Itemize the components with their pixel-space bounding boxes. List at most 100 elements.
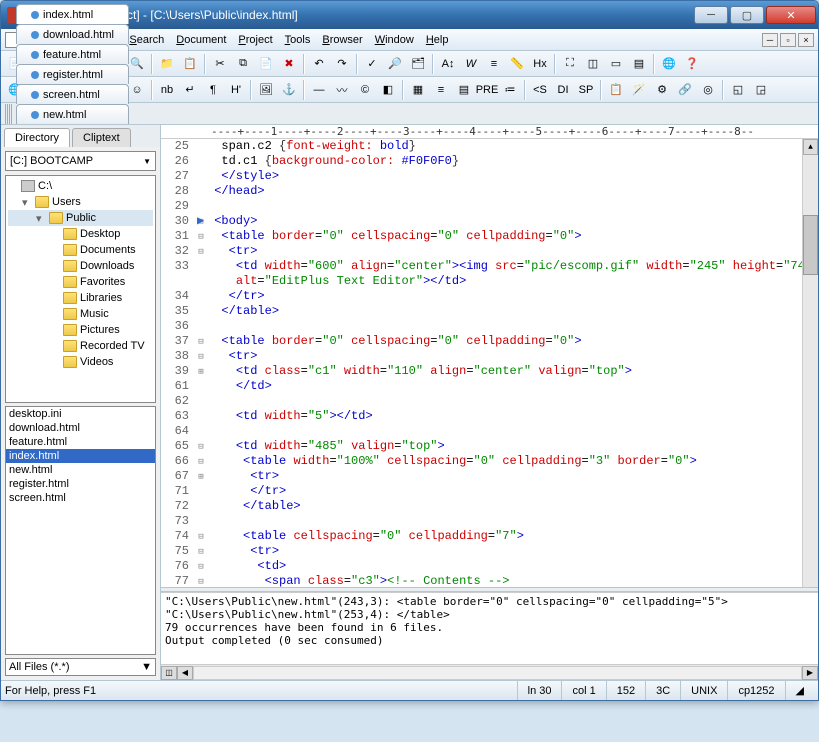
panel-icon[interactable]: ▭ (605, 53, 627, 75)
fold-marker-icon[interactable]: ⊟ (195, 439, 207, 454)
para-icon[interactable]: ¶ (202, 79, 224, 101)
fold-marker-icon[interactable]: ⊟ (195, 529, 207, 544)
wand-icon[interactable]: 🪄 (628, 79, 650, 101)
comment-icon[interactable]: 〰 (331, 79, 353, 101)
file-item[interactable]: download.html (6, 421, 155, 435)
sidebar-tab-cliptext[interactable]: Cliptext (72, 128, 131, 147)
menu-window[interactable]: Window (369, 32, 420, 48)
clip-icon[interactable]: 📋 (179, 53, 201, 75)
expand-icon[interactable]: ▾ (22, 196, 32, 209)
close-button[interactable]: ✕ (766, 6, 816, 24)
script-icon[interactable]: <S (529, 79, 551, 101)
cut-icon[interactable]: ✂ (209, 53, 231, 75)
undo-icon[interactable]: ↶ (308, 53, 330, 75)
color-icon[interactable]: ◧ (377, 79, 399, 101)
tree-item[interactable]: Desktop (8, 226, 153, 242)
tree-item[interactable]: Downloads (8, 258, 153, 274)
tab-handle-icon[interactable] (5, 104, 13, 124)
mdi-restore-button[interactable]: ▫ (780, 33, 796, 47)
fold-marker-icon[interactable]: ⊞ (195, 469, 207, 484)
file-item[interactable]: screen.html (6, 491, 155, 505)
directory-tree[interactable]: C:\▾Users▾PublicDesktopDocumentsDownload… (5, 175, 156, 403)
fold-marker-icon[interactable]: ⊟ (195, 244, 207, 259)
help-icon[interactable]: ❓ (681, 53, 703, 75)
img-icon[interactable]: 🖼 (255, 79, 277, 101)
break-icon[interactable]: ↵ (179, 79, 201, 101)
output-icon[interactable]: ▤ (628, 53, 650, 75)
mdi-close-button[interactable]: × (798, 33, 814, 47)
span-icon[interactable]: SP (575, 79, 597, 101)
hr-icon[interactable]: — (308, 79, 330, 101)
wrap-icon[interactable]: W (460, 53, 482, 75)
expand-icon[interactable]: ▾ (36, 212, 46, 225)
heading-icon[interactable]: H' (225, 79, 247, 101)
tree-item[interactable]: ▾Public (8, 210, 153, 226)
fold-marker-icon[interactable]: ⊟ (195, 454, 207, 469)
file-filter-select[interactable]: All Files (*.*) ▼ (5, 658, 156, 676)
tab-index-html[interactable]: index.html (16, 4, 129, 24)
code-editor[interactable]: 2526272829303132333435363738396162636465… (161, 139, 818, 587)
tree-item[interactable]: ▾Users (8, 194, 153, 210)
menu-tools[interactable]: Tools (279, 32, 317, 48)
fold-marker-icon[interactable]: ⊟ (195, 229, 207, 244)
scroll-thumb[interactable] (803, 215, 818, 275)
delete-icon[interactable]: ✖ (278, 53, 300, 75)
tree-item[interactable]: Favorites (8, 274, 153, 290)
font-icon[interactable]: A↕ (437, 53, 459, 75)
linenum-icon[interactable]: ≡ (483, 53, 505, 75)
tree-item[interactable]: Videos (8, 354, 153, 370)
paste-icon[interactable]: 📄 (255, 53, 277, 75)
resize-grip-icon[interactable]: ◢ (785, 681, 814, 700)
tree-item[interactable]: Music (8, 306, 153, 322)
minimize-button[interactable]: ─ (694, 6, 728, 24)
scroll-up-icon[interactable]: ▲ (803, 139, 818, 155)
sidebar-tab-directory[interactable]: Directory (4, 128, 70, 147)
file-item[interactable]: new.html (6, 463, 155, 477)
findfiles-icon[interactable]: 🗂 (407, 53, 429, 75)
file-item[interactable]: index.html (6, 449, 155, 463)
spell-icon[interactable]: ✓ (361, 53, 383, 75)
file-list[interactable]: desktop.inidownload.htmlfeature.htmlinde… (5, 406, 156, 655)
table-icon[interactable]: ▦ (407, 79, 429, 101)
center-icon[interactable]: ≡ (430, 79, 452, 101)
tab-screen-html[interactable]: screen.html (16, 84, 129, 104)
find-icon[interactable]: 🔎 (384, 53, 406, 75)
block-icon[interactable]: ▤ (453, 79, 475, 101)
file-item[interactable]: desktop.ini (6, 407, 155, 421)
tab-new-html[interactable]: new.html (16, 104, 129, 124)
char-icon[interactable]: © (354, 79, 376, 101)
anchor-icon[interactable]: ⚓ (278, 79, 300, 101)
browser-icon[interactable]: 🌐 (658, 53, 680, 75)
scroll-split-icon[interactable]: ◫ (161, 666, 177, 680)
menu-document[interactable]: Document (170, 32, 232, 48)
gear-icon[interactable]: ⚙ (651, 79, 673, 101)
fullscreen-icon[interactable]: ⛶ (559, 53, 581, 75)
mdi-minimize-button[interactable]: ─ (762, 33, 778, 47)
maximize-button[interactable]: ▢ (730, 6, 764, 24)
fold-marker-icon[interactable]: ⊟ (195, 349, 207, 364)
form-icon[interactable]: 📋 (605, 79, 627, 101)
scroll-left-icon[interactable]: ◀ (177, 666, 193, 680)
fold-marker-icon[interactable]: ⊟ (195, 574, 207, 587)
obj-icon[interactable]: ◎ (697, 79, 719, 101)
redo-icon[interactable]: ↷ (331, 53, 353, 75)
scroll-right-icon[interactable]: ▶ (802, 666, 818, 680)
fold-marker-icon[interactable]: ⊟ (195, 334, 207, 349)
refresh-icon[interactable]: ◱ (727, 79, 749, 101)
tree-item[interactable]: Pictures (8, 322, 153, 338)
ruler-icon[interactable]: 📏 (506, 53, 528, 75)
file-item[interactable]: register.html (6, 477, 155, 491)
menu-help[interactable]: Help (420, 32, 455, 48)
tree-item[interactable]: Recorded TV (8, 338, 153, 354)
link-icon[interactable]: 🔗 (674, 79, 696, 101)
fold-marker-icon[interactable]: ⊟ (195, 559, 207, 574)
pre-icon[interactable]: PRE (476, 79, 498, 101)
fold-marker-icon[interactable]: ⊟ (195, 544, 207, 559)
dir-icon[interactable]: 📁 (156, 53, 178, 75)
vertical-scrollbar[interactable]: ▲ (802, 139, 818, 587)
menu-project[interactable]: Project (232, 32, 278, 48)
nbsp-icon[interactable]: nb (156, 79, 178, 101)
tree-item[interactable]: C:\ (8, 178, 153, 194)
tree-item[interactable]: Libraries (8, 290, 153, 306)
file-item[interactable]: feature.html (6, 435, 155, 449)
